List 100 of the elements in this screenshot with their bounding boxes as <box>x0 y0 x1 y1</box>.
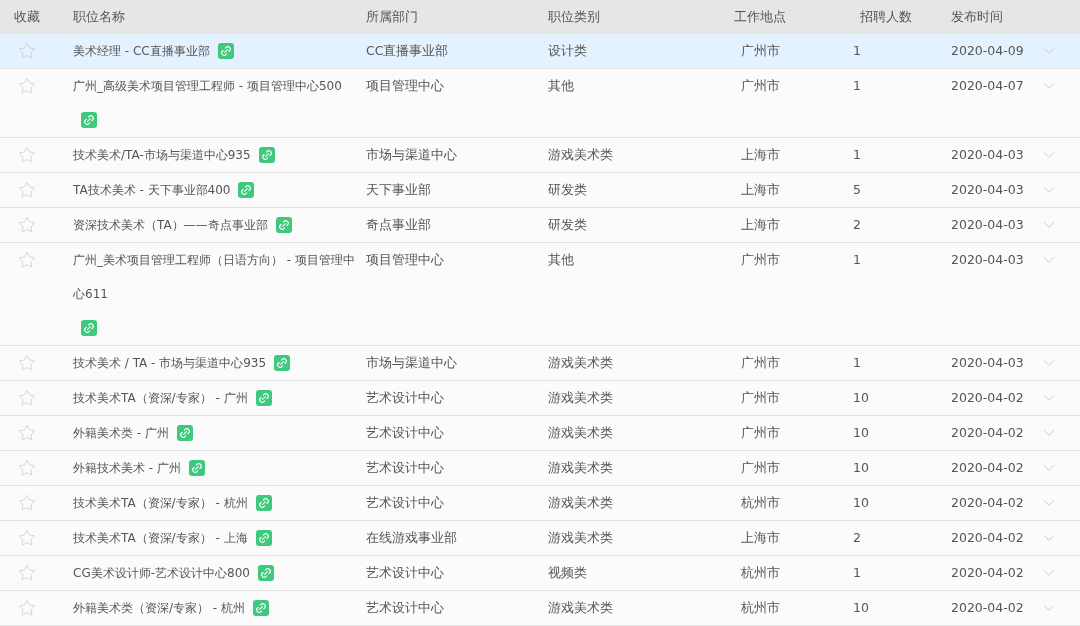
table-row[interactable]: 美术经理 - CC直播事业部 CC直播事业部 设计类 广州市 1 2020-04-09 <box>0 34 1080 69</box>
table-cell-text: 1 <box>852 42 861 60</box>
table-cell-text: 广州市 <box>740 389 780 407</box>
star-icon[interactable] <box>17 564 36 582</box>
link-icon[interactable] <box>274 355 291 371</box>
star-icon[interactable] <box>17 146 36 164</box>
link-icon[interactable] <box>258 147 275 163</box>
table-cell-text: 2020-04-02 <box>951 599 1024 617</box>
job-title[interactable]: 外籍美术类 - 广州 <box>73 416 169 450</box>
table-cell-text: 1 <box>852 77 861 95</box>
table-cell-text: 2020-04-03 <box>951 216 1024 234</box>
column-header: 发布时间 <box>951 8 1003 26</box>
table-cell-text: 上海市 <box>740 529 780 547</box>
table-cell-text: 2020-04-02 <box>951 459 1024 477</box>
link-icon[interactable] <box>238 182 255 198</box>
table-cell-text: 艺术设计中心 <box>366 459 444 477</box>
table-cell-text: 广州市 <box>740 424 780 442</box>
star-icon[interactable] <box>17 424 36 442</box>
column-header: 职位名称 <box>73 8 125 26</box>
job-title[interactable]: 美术经理 - CC直播事业部 <box>73 34 210 68</box>
table-cell-text: 游戏美术类 <box>548 389 613 407</box>
table-cell-text: 在线游戏事业部 <box>366 529 457 547</box>
table-cell-text: 2020-04-02 <box>951 564 1024 582</box>
table-cell-text: 10 <box>852 459 869 477</box>
table-cell-text: 杭州市 <box>740 599 780 617</box>
table-cell-text: 奇点事业部 <box>366 216 431 234</box>
link-icon[interactable] <box>81 320 97 336</box>
job-title[interactable]: 外籍美术类（资深/专家） - 杭州 <box>73 591 245 625</box>
table-cell-text: 市场与渠道中心 <box>366 146 457 164</box>
column-header: 职位类别 <box>548 8 600 26</box>
star-icon[interactable] <box>17 42 36 60</box>
star-icon[interactable] <box>17 251 36 269</box>
table-cell-text: 游戏美术类 <box>548 599 613 617</box>
link-icon[interactable] <box>253 600 269 616</box>
table-cell-text: 1 <box>852 251 861 269</box>
table-cell-text: 上海市 <box>740 181 780 199</box>
link-icon[interactable] <box>257 565 274 581</box>
job-title[interactable]: 资深技术美术（TA）——奇点事业部 <box>73 208 268 242</box>
table-cell-text: 1 <box>852 564 861 582</box>
table-cell-text: 视频类 <box>548 564 587 582</box>
table-cell-text: 游戏美术类 <box>548 424 613 442</box>
table-cell-text: 杭州市 <box>740 494 780 512</box>
table-cell-text: 杭州市 <box>740 564 780 582</box>
table-cell-text: 2020-04-02 <box>951 424 1024 442</box>
star-icon[interactable] <box>17 389 36 407</box>
table-cell-text: 2020-04-03 <box>951 354 1024 372</box>
table-cell-text: 项目管理中心 <box>366 251 444 269</box>
table-cell-text: 其他 <box>548 251 574 269</box>
link-icon[interactable] <box>255 495 272 511</box>
table-cell-text: 艺术设计中心 <box>366 564 444 582</box>
star-icon[interactable] <box>17 599 36 617</box>
column-header: 所属部门 <box>366 8 418 26</box>
table-cell-text: 艺术设计中心 <box>366 599 444 617</box>
star-icon[interactable] <box>17 459 36 477</box>
table-cell-text: 广州市 <box>740 77 780 95</box>
job-title[interactable]: 技术美术TA（资深/专家） - 杭州 <box>73 486 248 520</box>
job-title[interactable]: 广州_高级美术项目管理工程师 - 项目管理中心500 <box>73 69 342 103</box>
table-cell-text: 1 <box>852 354 861 372</box>
table-cell-text: 2020-04-03 <box>951 146 1024 164</box>
job-title[interactable]: TA技术美术 - 天下事业部400 <box>73 173 231 207</box>
star-icon[interactable] <box>17 77 36 95</box>
link-icon[interactable] <box>217 43 234 59</box>
table-cell-text: 游戏美术类 <box>548 146 613 164</box>
job-title[interactable]: 广州_美术项目管理工程师（日语方向） - 项目管理中心611 <box>73 243 366 311</box>
table-cell-text: 市场与渠道中心 <box>366 354 457 372</box>
link-icon[interactable] <box>188 460 205 476</box>
link-icon[interactable] <box>275 217 292 233</box>
job-title[interactable]: CG美术设计师-艺术设计中心800 <box>73 556 250 590</box>
table-cell-text: 其他 <box>548 77 574 95</box>
table-cell-text: 2 <box>852 529 861 547</box>
link-icon[interactable] <box>81 112 97 128</box>
job-title[interactable]: 技术美术/TA-市场与渠道中心935 <box>73 138 251 172</box>
table-cell-text: 广州市 <box>740 354 780 372</box>
star-icon[interactable] <box>17 181 36 199</box>
table-cell-text: 项目管理中心 <box>366 77 444 95</box>
table-cell-text: 10 <box>852 494 869 512</box>
link-icon[interactable] <box>255 390 272 406</box>
link-icon[interactable] <box>176 425 193 441</box>
star-icon[interactable] <box>17 354 36 372</box>
table-cell-text: CC直播事业部 <box>366 42 449 60</box>
link-icon[interactable] <box>255 530 272 546</box>
table-cell-text: 2 <box>852 216 861 234</box>
table-cell-text: 10 <box>852 599 869 617</box>
table-cell-text: 游戏美术类 <box>548 529 613 547</box>
table-cell-text: 2020-04-03 <box>951 181 1024 199</box>
table-cell-text: 游戏美术类 <box>548 494 613 512</box>
column-header: 收藏 <box>13 8 40 26</box>
job-title[interactable]: 技术美术 / TA - 市场与渠道中心935 <box>73 346 267 380</box>
star-icon[interactable] <box>17 529 36 547</box>
table-cell-text: 广州市 <box>740 251 780 269</box>
table-cell-text: 广州市 <box>740 42 780 60</box>
table-cell-text: 艺术设计中心 <box>366 424 444 442</box>
table-cell-text: 艺术设计中心 <box>366 494 444 512</box>
star-icon[interactable] <box>17 494 36 512</box>
job-title[interactable]: 技术美术TA（资深/专家） - 广州 <box>73 381 248 415</box>
star-icon[interactable] <box>17 216 36 234</box>
job-title[interactable]: 技术美术TA（资深/专家） - 上海 <box>73 521 248 555</box>
table-cell-text: 设计类 <box>548 42 587 60</box>
table-cell-text: 2020-04-03 <box>951 251 1024 269</box>
job-title[interactable]: 外籍技术美术 - 广州 <box>73 451 181 485</box>
